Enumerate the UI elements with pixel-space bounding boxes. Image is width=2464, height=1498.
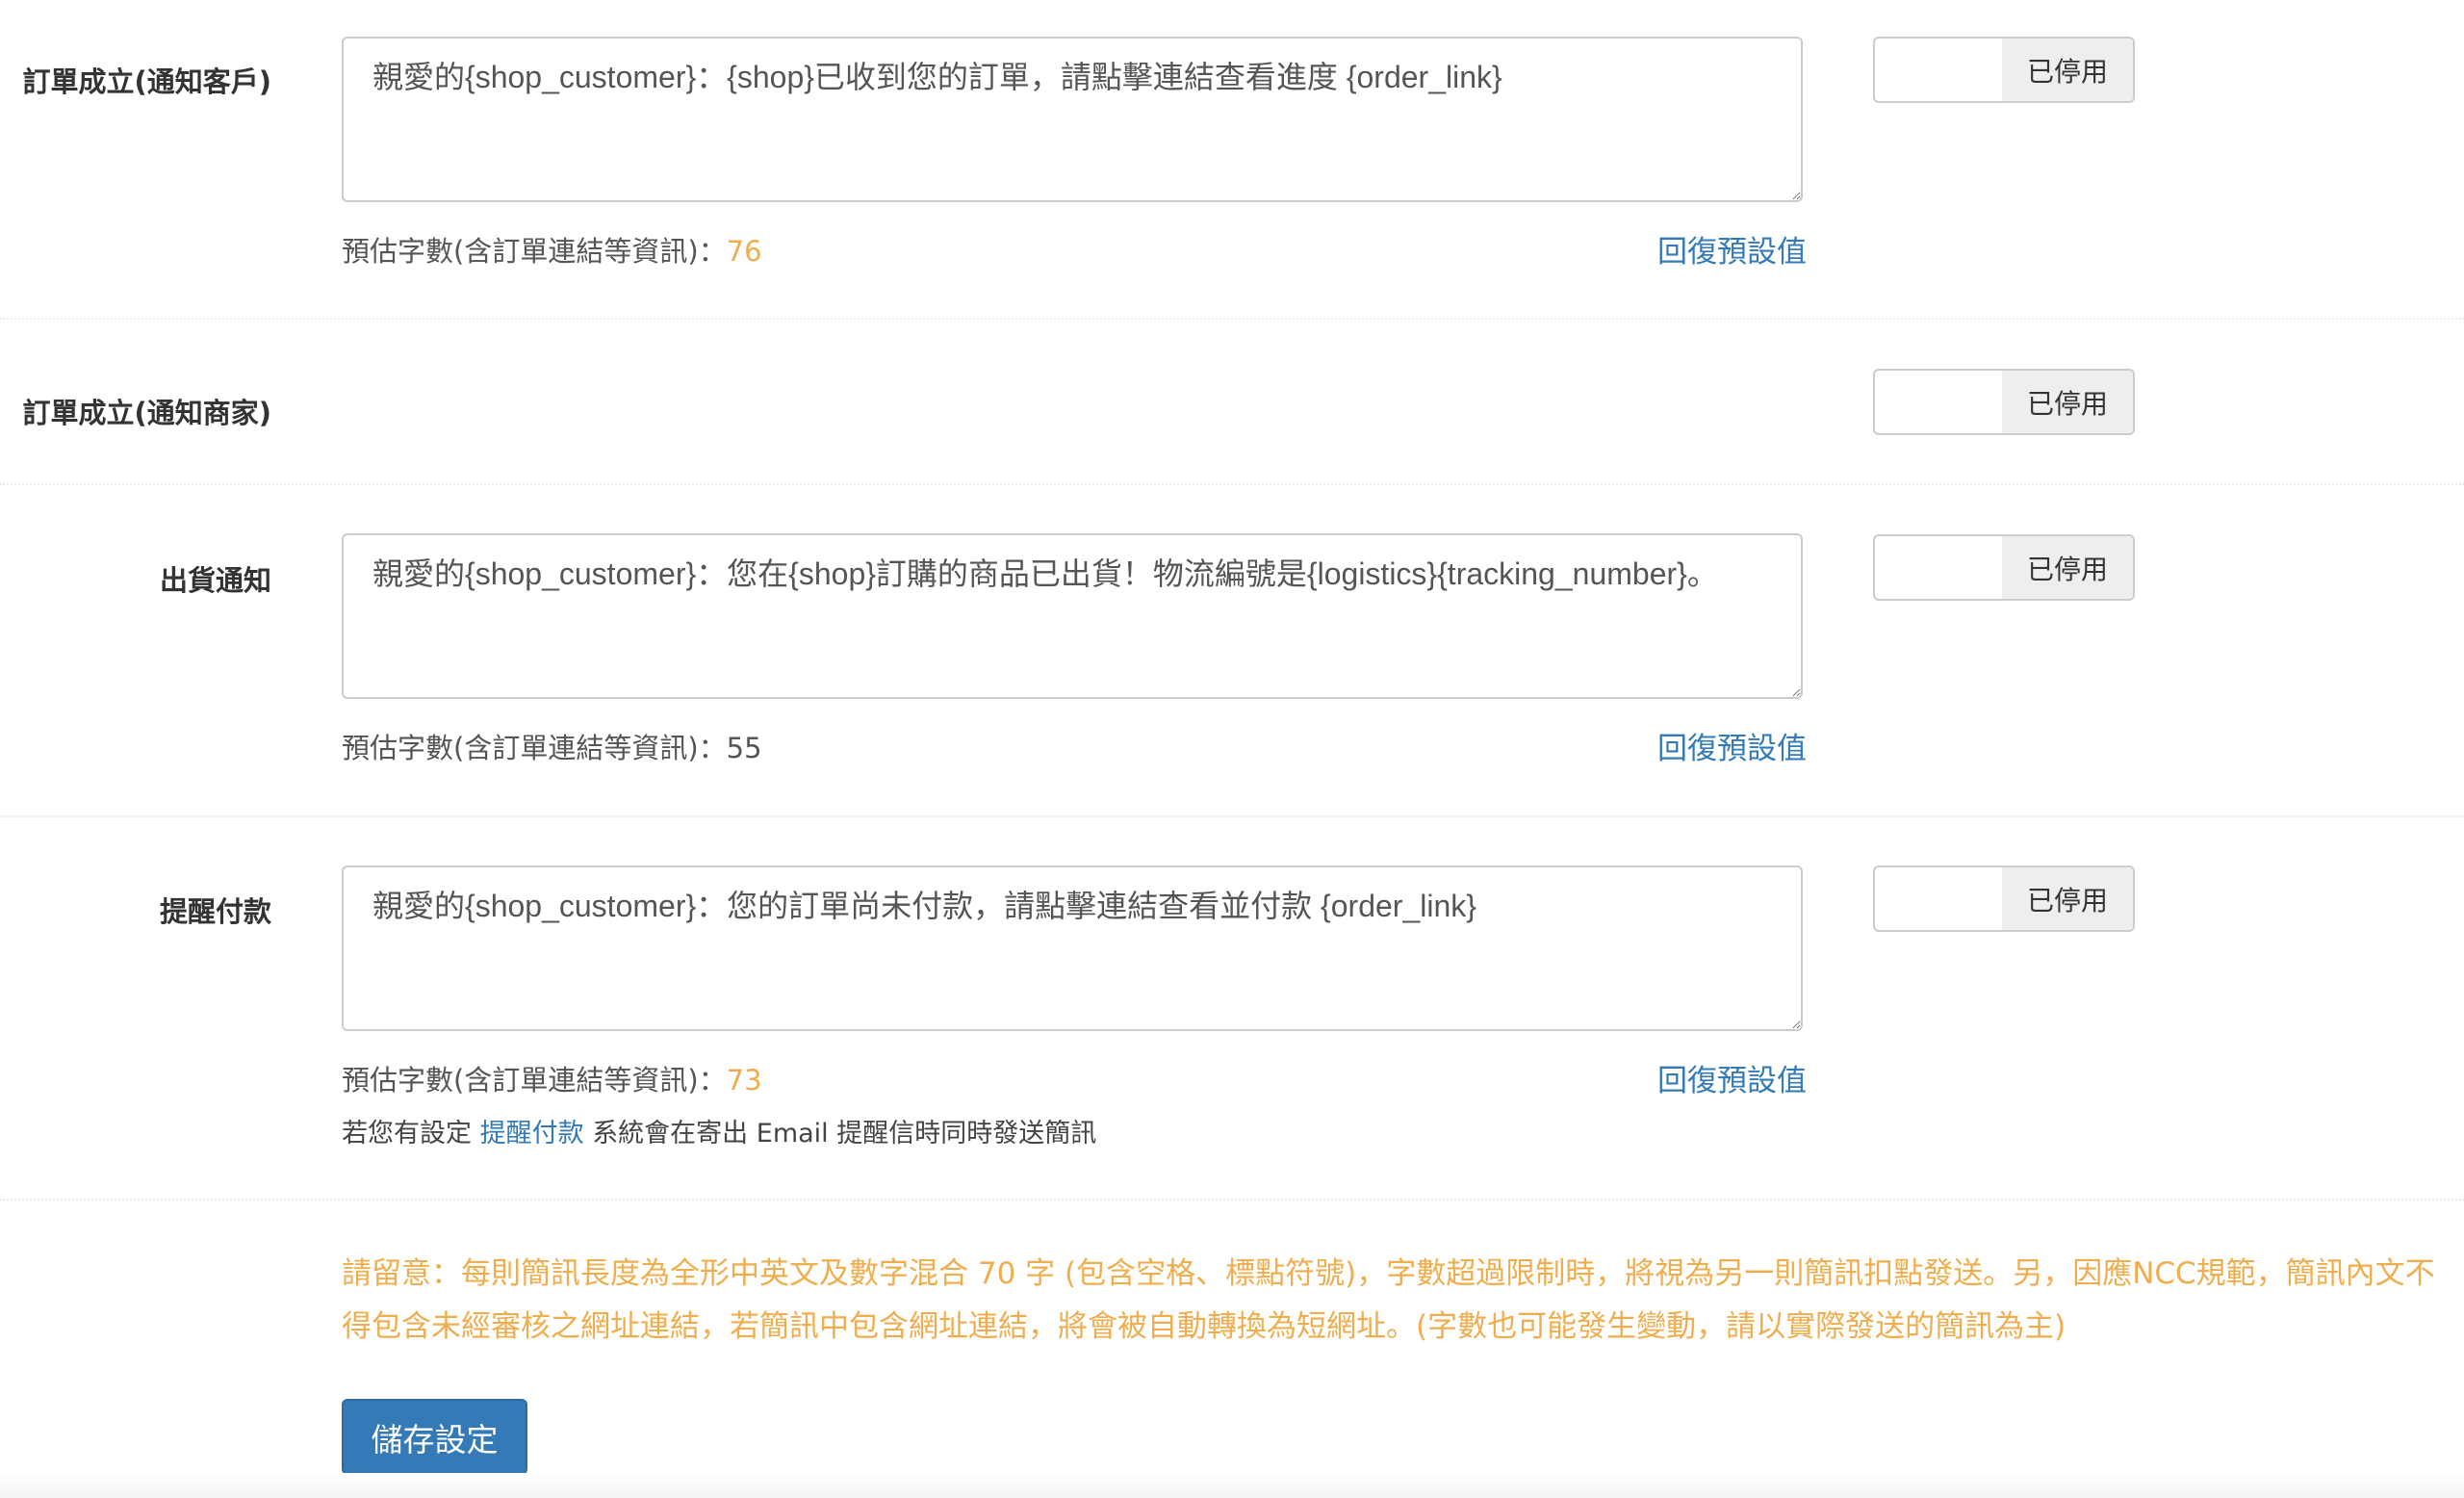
bottom-shadow	[0, 1473, 2464, 1498]
section-divider	[0, 318, 2464, 320]
char-count-value: 76	[726, 235, 762, 268]
enable-toggle[interactable]: 已停用	[1873, 37, 2135, 103]
char-count: 預估字數(含訂單連結等資訊)：55	[342, 726, 762, 766]
char-count-value: 55	[726, 732, 762, 764]
enable-toggle[interactable]: 已停用	[1873, 865, 2135, 932]
sms-template-textarea[interactable]: 親愛的{shop_customer}：您的訂單尚未付款，請點擊連結查看並付款 {…	[342, 865, 1803, 1031]
section-label: 提醒付款	[159, 895, 271, 928]
sms-template-textarea[interactable]: 親愛的{shop_customer}：您在{shop}訂購的商品已出貨！物流編號…	[342, 533, 1803, 699]
section-label: 訂單成立(通知商家)	[22, 397, 271, 429]
save-settings-button[interactable]: 儲存設定	[342, 1399, 527, 1475]
reset-default-link[interactable]: 回復預設值	[1657, 227, 1807, 271]
section-label: 訂單成立(通知客戶)	[22, 65, 271, 98]
payment-reminder-hint: 若您有設定 提醒付款 系統會在寄出 Email 提醒信時同時發送簡訊	[342, 1112, 1096, 1149]
char-count-label: 預估字數(含訂單連結等資訊)：	[342, 235, 727, 268]
toggle-disabled-label: 已停用	[2002, 867, 2133, 930]
sms-template-textarea[interactable]: 親愛的{shop_customer}：{shop}已收到您的訂單，請點擊連結查看…	[342, 37, 1803, 202]
toggle-disabled-label: 已停用	[2002, 536, 2133, 599]
char-count-label: 預估字數(含訂單連結等資訊)：	[342, 1064, 727, 1097]
section-divider	[0, 483, 2464, 485]
section-divider	[0, 815, 2464, 817]
hint-text-before: 若您有設定	[342, 1119, 472, 1149]
reset-default-link[interactable]: 回復預設值	[1657, 724, 1807, 767]
payment-reminder-link[interactable]: 提醒付款	[480, 1119, 584, 1149]
char-count: 預估字數(含訂單連結等資訊)：76	[342, 229, 762, 270]
enable-toggle[interactable]: 已停用	[1873, 369, 2135, 435]
enable-toggle[interactable]: 已停用	[1873, 534, 2135, 601]
toggle-disabled-label: 已停用	[2002, 371, 2133, 433]
reset-default-link[interactable]: 回復預設值	[1657, 1056, 1807, 1099]
char-count-value: 73	[726, 1064, 762, 1097]
toggle-disabled-label: 已停用	[2002, 39, 2133, 101]
char-count: 預估字數(含訂單連結等資訊)：73	[342, 1058, 762, 1098]
section-label: 出貨通知	[159, 564, 271, 597]
sms-length-notice: 請留意：每則簡訊長度為全形中英文及數字混合 70 字 (包含空格、標點符號)，字…	[342, 1256, 2435, 1344]
char-count-label: 預估字數(含訂單連結等資訊)：	[342, 732, 727, 764]
hint-text-after: 系統會在寄出 Email 提醒信時同時發送簡訊	[592, 1119, 1097, 1149]
section-divider	[0, 1199, 2464, 1201]
